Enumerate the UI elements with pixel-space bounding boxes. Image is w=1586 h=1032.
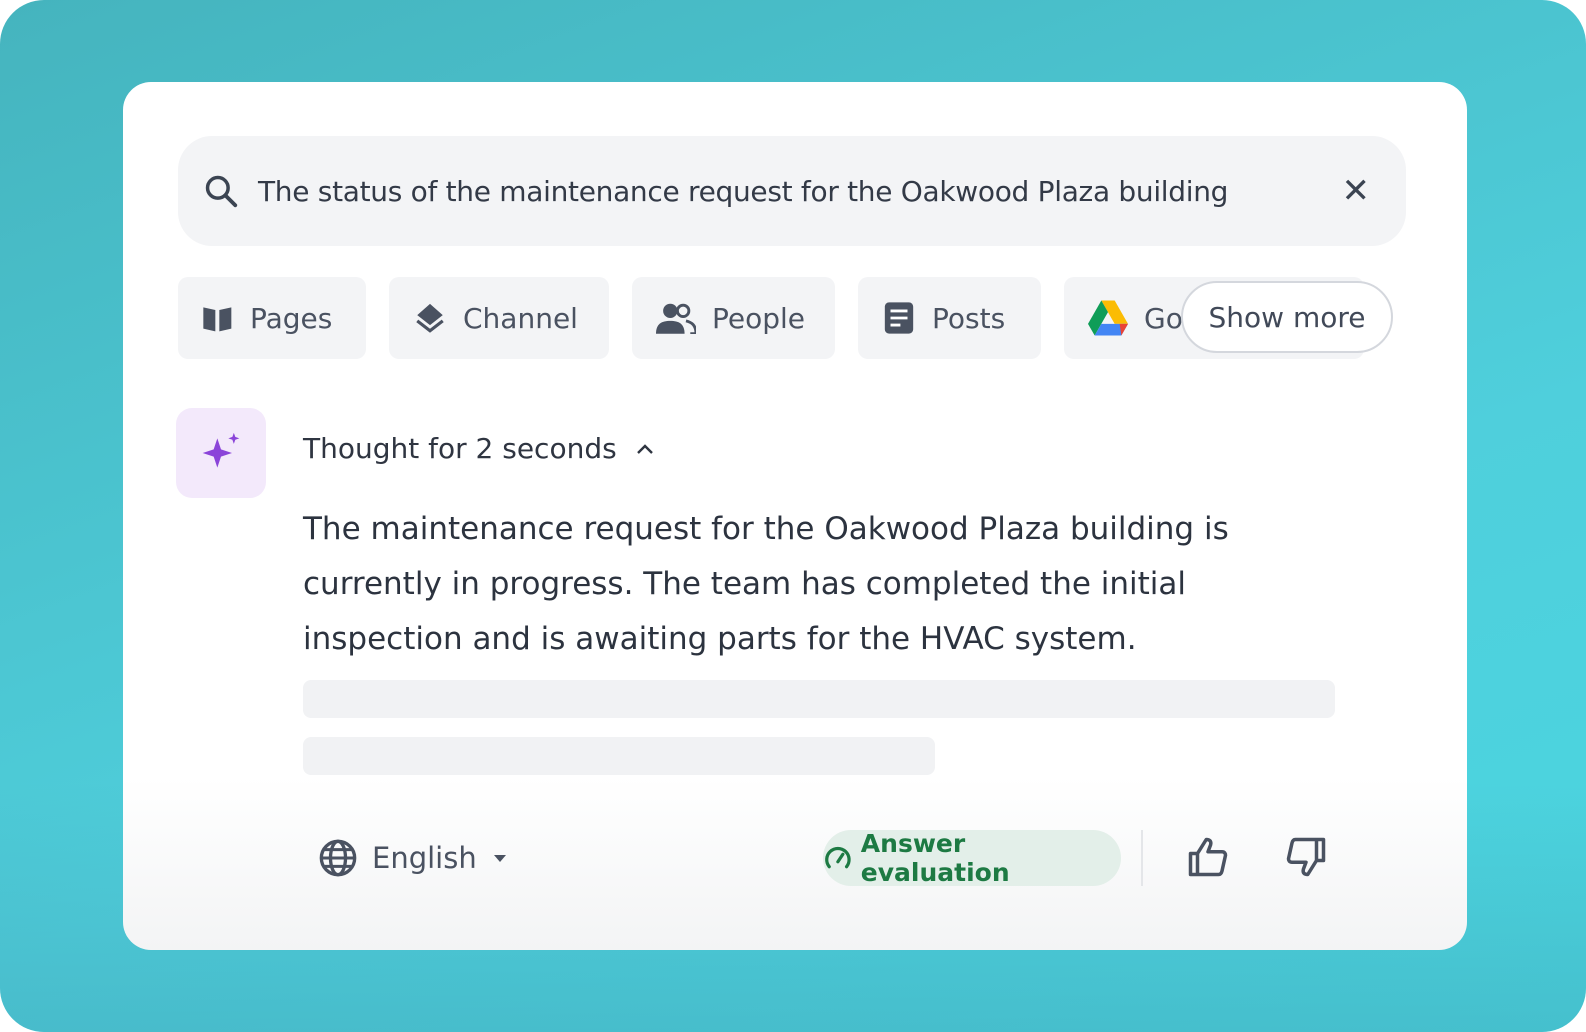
assistant-avatar [176,408,266,498]
filter-posts[interactable]: Posts [858,277,1041,359]
evaluation-label: Answer evaluation [860,829,1010,887]
thought-toggle[interactable]: Thought for 2 seconds [303,432,655,465]
filter-label: People [712,301,806,335]
people-icon [656,303,696,334]
caret-down-icon [493,855,506,862]
close-icon[interactable]: ✕ [1342,171,1371,211]
filter-label: Posts [932,301,1006,335]
answer-text: The maintenance request for the Oakwood … [303,511,1229,657]
document-icon [884,302,914,334]
filter-channel[interactable]: Channel [389,277,609,359]
answer-evaluation-button[interactable]: Answer evaluation [823,829,1121,887]
language-label: English [372,841,477,875]
thumbs-up-icon[interactable] [1186,836,1230,878]
search-bar[interactable]: The status of the maintenance request fo… [178,136,1406,246]
thought-label: Thought for 2 seconds [303,432,617,465]
search-input[interactable]: The status of the maintenance request fo… [258,175,1342,208]
filter-people[interactable]: People [632,277,835,359]
language-select[interactable]: English [318,838,509,878]
google-drive-icon [1088,300,1128,336]
sparkle-icon [202,432,240,468]
loading-skeleton [303,680,1335,718]
filter-pages[interactable]: Pages [178,277,366,359]
globe-icon [319,839,357,877]
filter-chips: Pages Channel People Posts Goo Show more [178,277,1408,359]
search-card: The status of the maintenance request fo… [123,82,1467,950]
book-icon [203,307,232,332]
layers-icon [416,303,444,333]
filter-label: Pages [250,301,333,335]
divider [1141,830,1143,886]
answer-footer: English Answer evaluation [318,829,1338,890]
loading-skeleton [303,737,935,775]
chevron-up-icon [636,443,653,454]
search-icon [205,175,238,208]
gauge-icon [825,846,851,869]
filter-label: Channel [463,301,578,335]
thumbs-down-icon[interactable] [1284,836,1328,878]
show-more-button[interactable]: Show more [1181,281,1393,353]
